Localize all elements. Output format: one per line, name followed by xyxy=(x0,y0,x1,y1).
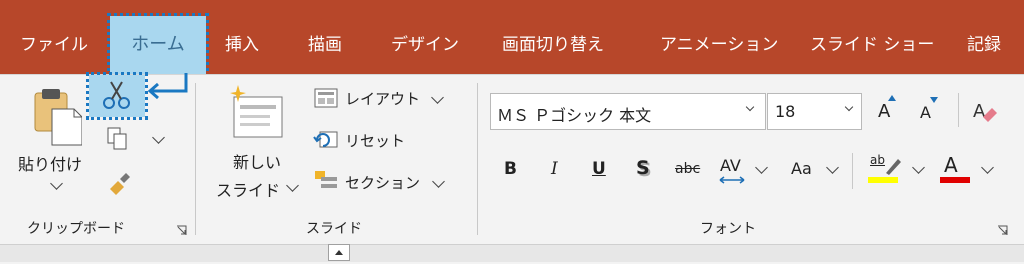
reset-button[interactable]: リセット xyxy=(345,130,405,151)
tab-insert[interactable]: 挿入 xyxy=(225,0,259,74)
new-slide-icon[interactable] xyxy=(226,83,286,143)
reset-icon xyxy=(313,128,339,150)
highlighter-icon xyxy=(886,159,901,175)
paste-dropdown-icon[interactable] xyxy=(50,177,63,190)
layout-button[interactable]: レイアウト xyxy=(345,88,420,109)
clipboard-launcher-icon[interactable] xyxy=(176,225,187,236)
section-icon xyxy=(313,169,339,193)
copy-icon[interactable] xyxy=(104,125,132,155)
cut-icon[interactable] xyxy=(86,72,148,120)
font-launcher-icon[interactable] xyxy=(997,225,1008,236)
new-slide-label-1[interactable]: 新しい xyxy=(233,149,281,173)
font-name-dropdown-icon[interactable] xyxy=(745,102,755,112)
underline-button[interactable]: U xyxy=(592,159,606,179)
separator xyxy=(195,83,196,235)
collapse-icon xyxy=(335,250,343,255)
tab-file[interactable]: ファイル xyxy=(20,0,88,74)
font-name-value: ＭＳ Ｐゴシック 本文 xyxy=(497,106,652,125)
section-button[interactable]: セクション xyxy=(345,172,420,193)
font-size-select[interactable]: 18 xyxy=(767,93,862,130)
paste-icon[interactable] xyxy=(32,87,83,149)
section-dropdown-icon[interactable] xyxy=(432,175,445,188)
ribbon-home: 貼り付け クリップボード 新しい スライド レイアウト リセット セクション ス… xyxy=(0,72,1024,245)
font-size-value: 18 xyxy=(775,102,796,121)
collapse-ribbon-button[interactable] xyxy=(328,244,350,261)
copy-dropdown-icon[interactable] xyxy=(152,131,165,144)
clear-formatting-icon[interactable]: A xyxy=(972,99,998,123)
tab-animations[interactable]: アニメーション xyxy=(660,0,778,74)
clipboard-group-label: クリップボード xyxy=(27,221,125,237)
svg-text:A: A xyxy=(973,101,986,122)
separator xyxy=(477,83,478,235)
font-group-label: フォント xyxy=(700,221,756,237)
tab-draw[interactable]: 描画 xyxy=(308,0,342,74)
grow-arrow-icon xyxy=(888,95,896,101)
font-size-dropdown-icon[interactable] xyxy=(844,102,854,112)
ribbon-bottom-bar xyxy=(0,244,1024,262)
tab-slideshow[interactable]: スライド ショー xyxy=(810,0,934,74)
font-name-select[interactable]: ＭＳ Ｐゴシック 本文 xyxy=(490,93,766,130)
font-color-dropdown-icon[interactable] xyxy=(981,161,994,174)
layout-icon xyxy=(313,87,339,109)
new-slide-dropdown-icon[interactable] xyxy=(286,179,299,192)
highlight-color-bar xyxy=(868,177,898,183)
ribbon-tab-bar: ファイル ホーム 挿入 描画 デザイン 画面切り替え アニメーション スライド … xyxy=(0,0,1024,77)
tab-design[interactable]: デザイン xyxy=(391,0,459,74)
paste-label[interactable]: 貼り付け xyxy=(18,151,82,175)
separator xyxy=(852,153,853,189)
shadow-button[interactable]: S xyxy=(636,157,650,179)
change-case-button[interactable]: Aa xyxy=(791,159,812,178)
spacing-arrow-icon xyxy=(719,176,745,184)
strikethrough-button[interactable]: abc xyxy=(675,161,700,177)
format-painter-icon[interactable] xyxy=(104,169,132,195)
shrink-font-button[interactable]: A xyxy=(920,103,931,122)
tab-home[interactable]: ホーム xyxy=(107,13,209,77)
tab-transitions[interactable]: 画面切り替え xyxy=(502,0,604,74)
new-slide-label-2[interactable]: スライド xyxy=(216,177,280,201)
bold-button[interactable]: B xyxy=(504,159,517,179)
tab-record[interactable]: 記録 xyxy=(967,0,1001,74)
layout-dropdown-icon[interactable] xyxy=(431,91,444,104)
highlight-dropdown-icon[interactable] xyxy=(912,161,925,174)
slides-group-label: スライド xyxy=(306,221,362,237)
font-color-button[interactable]: A xyxy=(944,153,958,177)
annotation-arrow-icon xyxy=(147,73,188,100)
character-spacing-button[interactable]: AV xyxy=(720,156,741,175)
spacing-dropdown-icon[interactable] xyxy=(755,161,768,174)
case-dropdown-icon[interactable] xyxy=(826,161,839,174)
shrink-arrow-icon xyxy=(930,97,938,103)
grow-font-button[interactable]: A xyxy=(878,101,890,122)
font-color-bar xyxy=(940,177,970,183)
separator xyxy=(958,93,959,127)
italic-button[interactable]: I xyxy=(551,159,558,179)
